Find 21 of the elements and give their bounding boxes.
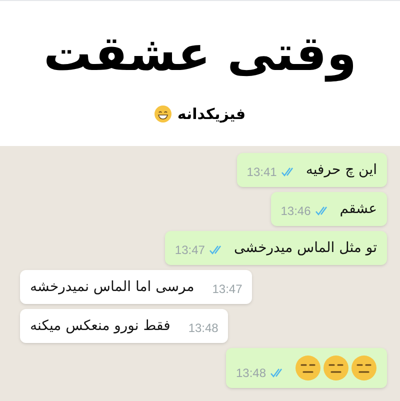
double-check-icon [208,245,224,255]
message-time: 13:47 [212,281,242,297]
message-time: 13:48 [236,365,266,381]
message-text: تو مثل الماس میدرخشی [234,239,377,258]
message-time: 13:47 [174,242,205,258]
message-text: این چ حرفیه [306,161,377,180]
expressionless-face-icon [323,355,349,381]
subtitle: فیزیکدانه [177,104,246,125]
message-text: مرسی اما الماس نمیدرخشه [30,278,194,297]
double-check-icon [314,206,330,216]
message-time: 13:48 [188,320,218,336]
message-text: عشقم [340,200,377,219]
meme-title: وقتی عشقت [43,25,357,84]
double-check-icon [280,167,296,177]
message-time: 13:46 [280,203,311,219]
expressionless-face-icon [295,355,321,381]
double-check-icon [270,368,285,378]
message-text: فقط نورو منعکس میکنه [30,317,170,336]
expressionless-face-icon [351,355,377,381]
message-time: 13:41 [246,164,277,180]
grinning-face-icon [154,105,172,124]
